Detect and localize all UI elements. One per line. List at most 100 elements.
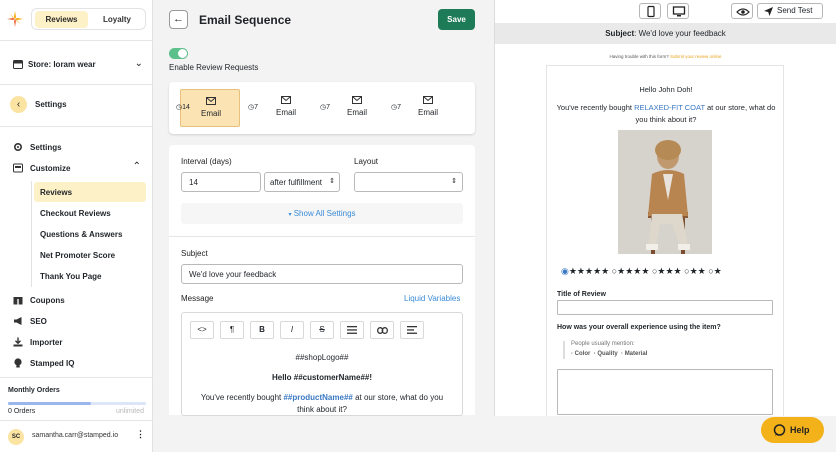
italic-button[interactable]: I xyxy=(280,321,304,339)
code-view-button[interactable]: <> xyxy=(190,321,214,339)
show-all-label: Show All Settings xyxy=(293,209,356,218)
email-step-label: Email xyxy=(346,108,367,117)
mention-bar xyxy=(563,341,565,359)
sidebar-subitem-nps[interactable]: Net Promoter Score xyxy=(34,245,146,265)
sequence-step[interactable]: ◷7 Email xyxy=(317,89,387,127)
sidebar-item-importer[interactable]: Importer xyxy=(13,334,148,350)
message-editor[interactable]: <> ¶ B I S ##shopLogo## Hello ##customer… xyxy=(181,312,463,416)
review-body-textarea[interactable] xyxy=(557,369,773,415)
interval-value: 14 xyxy=(189,178,198,187)
subject-input[interactable]: We'd love your feedback xyxy=(181,264,463,284)
email-text: You've recently bought xyxy=(556,103,635,112)
email-greeting: Hello John Doh! xyxy=(639,85,693,94)
import-icon xyxy=(13,337,23,347)
sequence-step[interactable]: ◷7 Email xyxy=(245,89,315,127)
email-step-box[interactable]: Email xyxy=(256,89,316,127)
rating-radio-selected[interactable]: ◉ xyxy=(561,266,569,276)
product-photo xyxy=(618,130,712,254)
sidebar-item-settings[interactable]: Settings xyxy=(13,139,148,155)
monthly-orders-limit: unlimited xyxy=(115,408,144,415)
message-label: Message xyxy=(181,294,214,303)
mention-tag[interactable]: Quality xyxy=(597,351,617,357)
chevron-left-icon: ‹ xyxy=(10,96,27,113)
editor-toolbar: <> ¶ B I S xyxy=(190,321,424,340)
liquid-variables-link[interactable]: Liquid Variables xyxy=(404,294,460,303)
rating-stars: ★★★★★ xyxy=(568,266,610,276)
editor-line-body-2: think about it? xyxy=(297,405,347,414)
sidebar-item-stamped-iq[interactable]: Stamped IQ xyxy=(13,355,148,371)
paragraph-button[interactable]: ¶ xyxy=(220,321,244,339)
envelope-icon xyxy=(206,97,216,105)
interval-input[interactable]: 14 xyxy=(181,172,261,192)
trouble-link[interactable]: Submit your review online xyxy=(670,54,722,59)
sidebar-subitem-reviews[interactable]: Reviews xyxy=(34,182,146,202)
tab-loyalty[interactable]: Loyalty xyxy=(92,11,142,28)
sidebar-subitem-thank-you[interactable]: Thank You Page xyxy=(34,266,146,286)
save-button[interactable]: Save xyxy=(438,9,475,30)
email-step-box[interactable]: Email xyxy=(327,89,387,127)
user-menu[interactable]: SC samantha.carr@stamped.io ⋮ xyxy=(0,420,153,452)
layout-select[interactable]: ⇕ xyxy=(354,172,463,192)
store-selector[interactable]: Store: loram wear ⌄ xyxy=(7,55,147,75)
chat-bubble-icon xyxy=(773,424,786,436)
monthly-orders-progress xyxy=(8,402,146,405)
sidebar-item-label: Stamped IQ xyxy=(30,359,75,368)
trouble-text: Having trouble with this form? xyxy=(609,54,670,59)
sidebar-item-customize[interactable]: Customize ⌃ xyxy=(13,160,148,176)
strikethrough-button[interactable]: S xyxy=(310,321,334,339)
mention-tag[interactable]: Material xyxy=(625,351,648,357)
email-intro: You've recently bought RELAXED-FIT COAT … xyxy=(547,103,785,112)
megaphone-icon xyxy=(14,317,22,325)
sidebar-item-label: Importer xyxy=(30,338,63,347)
product-link[interactable]: RELAXED-FIT COAT xyxy=(634,103,705,112)
star-rating-options: ◉★★★★★ ○★★★★ ○★★★ ○★★ ○★ xyxy=(561,266,722,277)
sidebar-subitem-label: Checkout Reviews xyxy=(40,209,111,218)
help-button[interactable]: Help xyxy=(761,417,824,443)
desktop-view-button[interactable] xyxy=(667,3,689,19)
email-step-label: Email xyxy=(200,109,221,118)
monthly-orders-title: Monthly Orders xyxy=(8,387,60,394)
enable-review-requests-toggle[interactable] xyxy=(169,48,188,59)
step-days-value: 14 xyxy=(182,104,190,111)
more-vertical-icon[interactable]: ⋮ xyxy=(136,429,145,440)
bulb-icon xyxy=(14,358,22,368)
sidebar: Reviews Loyalty Store: loram wear ⌄ ‹ Se… xyxy=(0,0,153,452)
trouble-note: Having trouble with this form? Submit yo… xyxy=(495,54,836,59)
sidebar-subitem-questions-answers[interactable]: Questions & Answers xyxy=(34,224,146,244)
review-title-input[interactable] xyxy=(557,300,773,315)
divider xyxy=(0,40,153,41)
store-icon xyxy=(13,60,23,69)
monitor-icon xyxy=(672,6,686,17)
show-all-settings-button[interactable]: ▾ Show All Settings xyxy=(181,203,463,224)
back-button[interactable]: ← xyxy=(169,10,188,29)
avatar: SC xyxy=(8,429,24,445)
mention-tag[interactable]: Color xyxy=(575,351,591,357)
settings-back-label: Settings xyxy=(35,100,67,109)
send-test-button[interactable]: Send Test xyxy=(757,3,823,19)
editor-text: at our store, what do you xyxy=(352,393,444,402)
trigger-select[interactable]: after fulfillment ⇕ xyxy=(264,172,340,192)
email-step-label: Email xyxy=(417,108,438,117)
divider xyxy=(169,236,475,237)
rating-stars: ★★ xyxy=(689,266,706,276)
sidebar-item-label: Settings xyxy=(30,143,62,152)
rating-stars: ★★★★ xyxy=(617,266,650,276)
divider xyxy=(0,377,153,378)
sequence-step[interactable]: ◷7 Email xyxy=(388,89,458,127)
sidebar-item-label: Coupons xyxy=(30,296,65,305)
bold-button[interactable]: B xyxy=(250,321,274,339)
sidebar-item-seo[interactable]: SEO xyxy=(13,313,148,329)
sidebar-item-coupons[interactable]: Coupons xyxy=(13,292,148,308)
sidebar-subitem-label: Net Promoter Score xyxy=(40,251,116,260)
preview-button[interactable] xyxy=(731,3,753,19)
mobile-view-button[interactable] xyxy=(639,3,661,19)
list-button[interactable] xyxy=(340,321,364,339)
tab-reviews[interactable]: Reviews xyxy=(35,11,88,28)
align-button[interactable] xyxy=(400,321,424,339)
email-step-box[interactable]: Email xyxy=(398,89,458,127)
sequence-step[interactable]: Email ◷14 xyxy=(173,89,243,127)
link-button[interactable] xyxy=(370,321,394,339)
envelope-icon xyxy=(281,96,291,104)
progress-fill xyxy=(8,402,91,405)
sidebar-subitem-checkout-reviews[interactable]: Checkout Reviews xyxy=(34,203,146,223)
